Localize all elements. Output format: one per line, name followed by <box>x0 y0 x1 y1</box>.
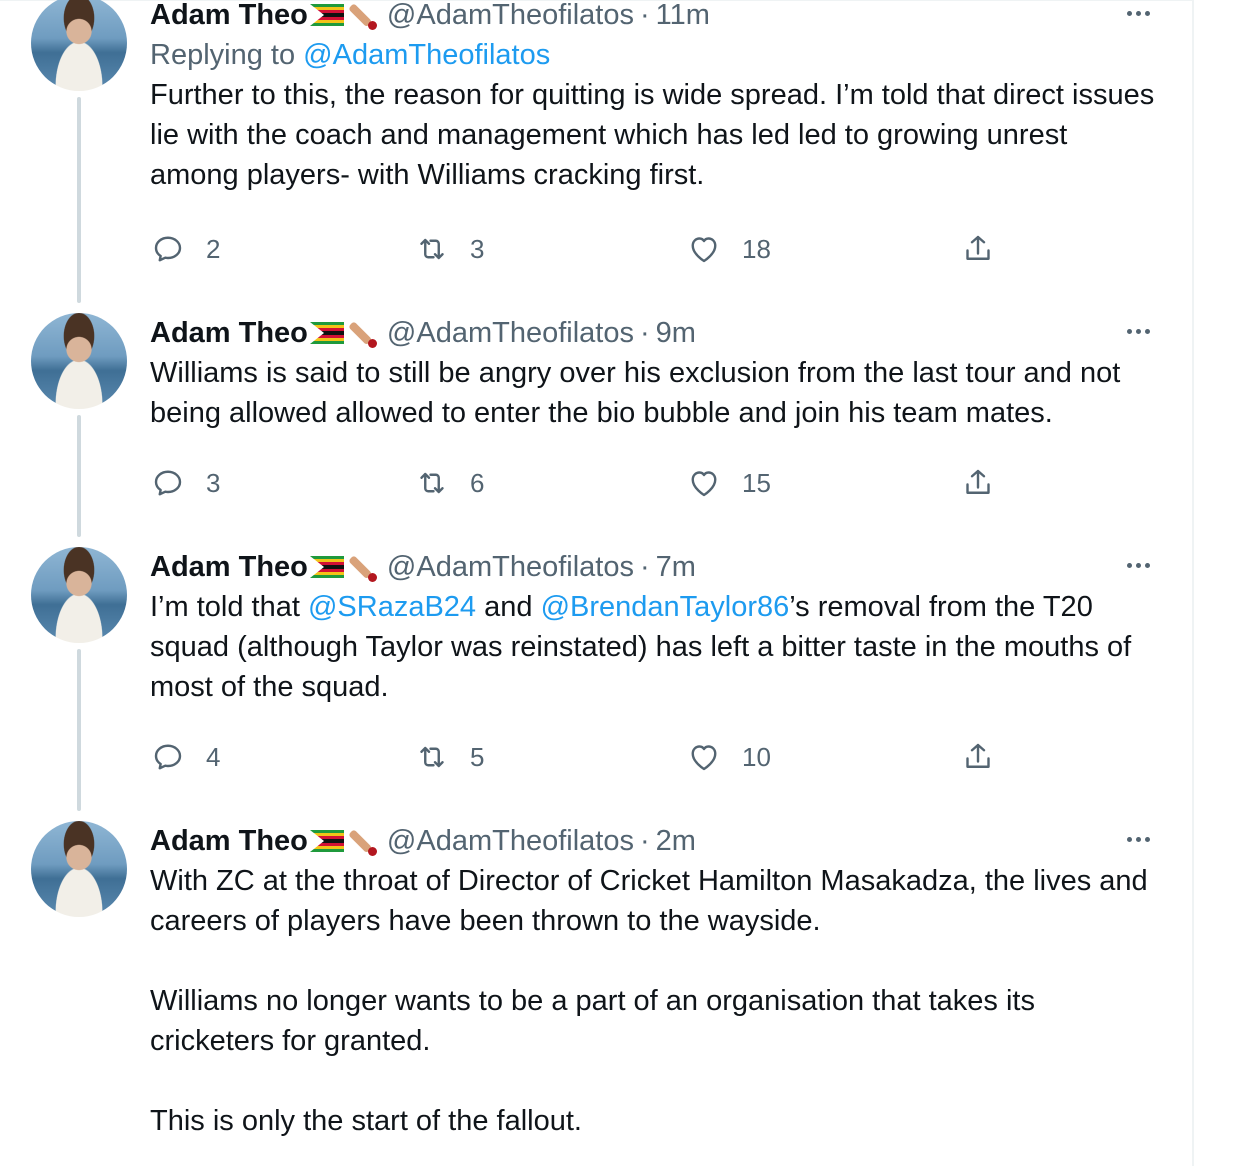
reply-button[interactable]: 4 <box>150 737 220 777</box>
name-emojis <box>309 0 377 30</box>
timestamp[interactable]: 2m <box>656 825 696 858</box>
share-icon <box>966 235 990 260</box>
display-name[interactable]: Adam Theo <box>150 825 308 858</box>
tweet-text: I’m told that @SRazaB24 and @BrendanTayl… <box>150 587 1158 707</box>
tweet-text: Further to this, the reason for quitting… <box>150 79 1155 191</box>
like-count: 15 <box>742 467 771 498</box>
retweet-count: 5 <box>470 741 485 772</box>
more-icon[interactable] <box>1118 321 1158 341</box>
heart-icon <box>691 471 717 497</box>
retweet-icon <box>420 472 444 494</box>
cricket-bat-icon <box>347 826 377 856</box>
cricket-bat-icon <box>347 552 377 582</box>
tweet-paragraph: This is only the start of the fallout. <box>150 1105 582 1137</box>
replying-to-label: Replying to <box>150 39 296 71</box>
retweet-button[interactable]: 5 <box>414 737 484 777</box>
avatar[interactable] <box>31 547 127 643</box>
display-name[interactable]: Adam Theo <box>150 317 308 350</box>
reply-button[interactable]: 2 <box>150 229 220 269</box>
display-name[interactable]: Adam Theo <box>150 0 308 32</box>
name-emojis <box>309 318 377 348</box>
tweet-header: Adam Theo @AdamTheofilatos · 2m <box>150 821 1158 861</box>
tweet-actions: 2 3 18 <box>150 229 1150 269</box>
separator: · <box>639 550 650 583</box>
tweet[interactable]: Adam Theo @AdamTheofilatos · 9m Williams… <box>0 313 1194 533</box>
tweet-actions: 3 6 15 <box>150 463 1150 503</box>
avatar[interactable] <box>31 821 127 917</box>
tweet[interactable]: Adam Theo @AdamTheofilatos · 11m Replyin… <box>0 0 1194 295</box>
reply-count: 4 <box>206 741 221 772</box>
name-emojis <box>309 826 377 856</box>
more-icon[interactable] <box>1118 829 1158 849</box>
reply-count: 3 <box>206 467 221 498</box>
like-button[interactable]: 15 <box>686 463 771 503</box>
tweet-actions: 4 5 10 <box>150 737 1150 777</box>
replying-to: Replying to @AdamTheofilatos <box>150 35 1158 75</box>
share-icon <box>966 469 990 494</box>
cricket-bat-icon <box>347 0 377 30</box>
share-button[interactable] <box>960 737 996 777</box>
like-count: 10 <box>742 741 771 772</box>
retweet-count: 3 <box>470 233 485 264</box>
tweet-header: Adam Theo @AdamTheofilatos · 9m <box>150 313 1158 353</box>
heart-icon <box>691 237 717 263</box>
user-handle[interactable]: @AdamTheofilatos <box>387 551 634 584</box>
tweet-text: Williams is said to still be angry over … <box>150 357 1121 429</box>
replying-to-handle[interactable]: @AdamTheofilatos <box>303 39 550 71</box>
zimbabwe-flag-icon <box>309 830 344 852</box>
separator: · <box>639 316 650 349</box>
timestamp[interactable]: 7m <box>656 551 696 584</box>
name-emojis <box>309 552 377 582</box>
user-handle[interactable]: @AdamTheofilatos <box>387 825 634 858</box>
tweet-header: Adam Theo @AdamTheofilatos · 7m <box>150 547 1158 587</box>
timestamp[interactable]: 11m <box>656 0 710 32</box>
reply-icon <box>154 744 182 770</box>
tweet-text: With ZC at the throat of Director of Cri… <box>150 861 1158 1141</box>
avatar[interactable] <box>31 313 127 409</box>
mention-link[interactable]: @BrendanTaylor86 <box>541 591 790 623</box>
reply-button[interactable]: 3 <box>150 463 220 503</box>
more-icon[interactable] <box>1118 3 1158 23</box>
tweet-header: Adam Theo @AdamTheofilatos · 11m <box>150 0 1158 35</box>
heart-icon <box>691 745 717 771</box>
share-button[interactable] <box>960 229 996 269</box>
reply-icon <box>154 470 182 496</box>
user-handle[interactable]: @AdamTheofilatos <box>387 317 634 350</box>
like-button[interactable]: 18 <box>686 229 771 269</box>
avatar[interactable] <box>31 0 127 91</box>
zimbabwe-flag-icon <box>309 556 344 578</box>
retweet-icon <box>420 746 444 768</box>
tweet-paragraph: Williams no longer wants to be a part of… <box>150 985 1035 1057</box>
separator: · <box>639 824 650 857</box>
share-icon <box>966 743 990 768</box>
retweet-count: 6 <box>470 467 485 498</box>
tweet[interactable]: Adam Theo @AdamTheofilatos · 2m With ZC … <box>0 821 1194 1167</box>
reply-count: 2 <box>206 233 221 264</box>
zimbabwe-flag-icon <box>309 322 344 344</box>
more-icon[interactable] <box>1118 555 1158 575</box>
like-count: 18 <box>742 233 771 264</box>
separator: · <box>639 0 650 31</box>
reply-icon <box>154 236 182 262</box>
text-segment: I’m told that <box>150 591 308 623</box>
share-button[interactable] <box>960 463 996 503</box>
display-name[interactable]: Adam Theo <box>150 551 308 584</box>
tweet-paragraph: With ZC at the throat of Director of Cri… <box>150 865 1148 937</box>
like-button[interactable]: 10 <box>686 737 771 777</box>
user-handle[interactable]: @AdamTheofilatos <box>387 0 634 32</box>
text-segment: and <box>476 591 541 623</box>
retweet-button[interactable]: 3 <box>414 229 484 269</box>
timestamp[interactable]: 9m <box>656 317 696 350</box>
cricket-bat-icon <box>347 318 377 348</box>
mention-link[interactable]: @SRazaB24 <box>308 591 476 623</box>
tweet-thread: Adam Theo @AdamTheofilatos · 11m Replyin… <box>0 0 1194 1166</box>
zimbabwe-flag-icon <box>309 4 344 26</box>
tweet[interactable]: Adam Theo @AdamTheofilatos · 7m I’m told… <box>0 547 1194 807</box>
retweet-button[interactable]: 6 <box>414 463 484 503</box>
retweet-icon <box>420 238 444 260</box>
